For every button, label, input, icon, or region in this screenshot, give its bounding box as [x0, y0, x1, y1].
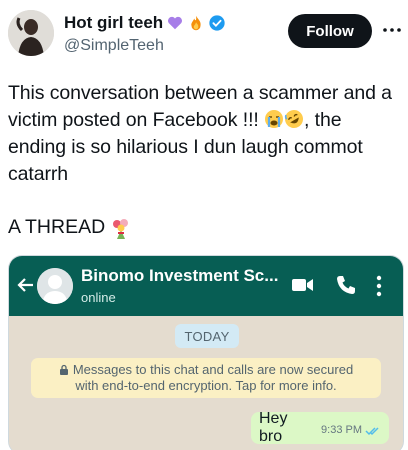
double-tick-read-icon — [365, 423, 381, 436]
more-dots-icon[interactable] — [381, 22, 403, 38]
whatsapp-chat-area: TODAY Messages to this chat and calls ar… — [9, 316, 403, 450]
tweet-media-image[interactable]: Binomo Investment Sc... online TODAY Mes… — [8, 255, 404, 450]
rofl-face-icon — [284, 109, 304, 129]
thread-label-line: A THREAD — [8, 214, 133, 241]
avatar[interactable] — [8, 10, 54, 56]
tweet-line: This conversation between a scammer and … — [8, 82, 392, 104]
tweet-line: victim posted on Facebook !!! , the — [8, 107, 404, 134]
tweet-line: catarrh — [8, 163, 68, 185]
encryption-notice: Messages to this chat and calls are now … — [31, 358, 381, 398]
contact-name: Binomo Investment Sc... — [81, 266, 279, 285]
menu-kebab-icon — [375, 274, 383, 298]
bouquet-icon — [109, 216, 133, 240]
lock-icon — [59, 363, 69, 375]
encryption-line: Messages to this chat and calls are now … — [72, 362, 354, 377]
fire-icon — [187, 14, 205, 32]
tweet-header: Hot girl teeh @SimpleTeeh Follow — [0, 0, 408, 72]
crying-face-icon — [264, 109, 284, 129]
contact-avatar-icon — [37, 268, 73, 304]
thread-label: A THREAD — [8, 216, 106, 238]
phone-call-icon — [335, 274, 357, 296]
video-call-icon — [291, 276, 315, 294]
tweet-fragment: victim posted on Facebook !!! — [8, 109, 265, 131]
tweet-line: ending is so hilarious I dun laugh commo… — [8, 136, 363, 158]
tweet-text: This conversation between a scammer and … — [8, 80, 404, 188]
outgoing-message: Hey bro 9:33 PM — [251, 410, 389, 445]
author-handle[interactable]: @SimpleTeeh — [64, 37, 226, 55]
purple-heart-icon — [166, 14, 184, 32]
verified-badge-icon — [208, 14, 226, 32]
contact-status: online — [81, 290, 116, 305]
encryption-line: with end-to-end encryption. Tap for more… — [75, 378, 337, 393]
display-name-row: Hot girl teeh — [64, 12, 226, 34]
display-name[interactable]: Hot girl teeh — [64, 13, 163, 33]
message-time: 9:33 PM — [321, 424, 362, 436]
author-names: Hot girl teeh @SimpleTeeh — [64, 12, 226, 55]
back-arrow-icon — [15, 274, 37, 296]
message-text: Hey bro — [259, 410, 288, 445]
date-divider: TODAY — [175, 324, 239, 348]
whatsapp-top-bar: Binomo Investment Sc... online — [9, 256, 403, 316]
tweet-fragment: , the — [304, 109, 342, 131]
follow-button[interactable]: Follow — [288, 14, 372, 48]
